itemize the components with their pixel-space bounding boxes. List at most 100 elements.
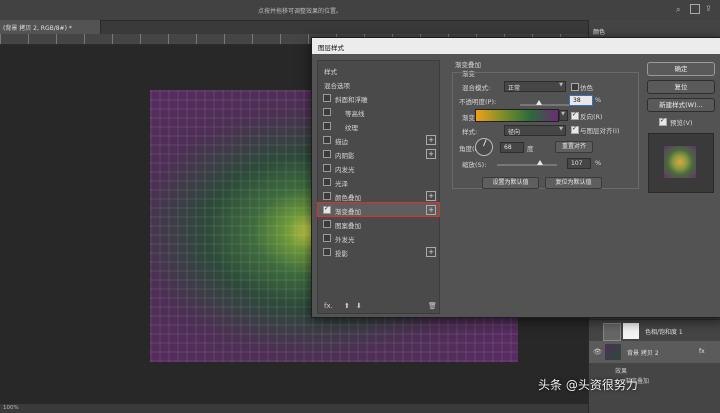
visibility-eye-icon[interactable]: 👁 [593, 348, 602, 356]
checkbox[interactable] [323, 220, 331, 228]
style-item-label: 图案叠加 [335, 222, 361, 230]
style-item-label: 内阴影 [335, 152, 355, 160]
checkbox[interactable] [323, 122, 331, 130]
trash-icon[interactable]: 🗑 [428, 302, 437, 310]
dither-checkbox[interactable] [571, 83, 579, 91]
checkbox[interactable] [323, 150, 331, 158]
style-item[interactable]: 外发光 [318, 231, 439, 244]
opacity-value: 38 [573, 97, 581, 104]
style-item[interactable]: 样式 [318, 63, 439, 76]
watermark-text: 头条 @头资很努力 [538, 378, 638, 392]
document-tab[interactable]: (背景 拷贝 2, RGB/8#) * [0, 20, 101, 34]
layer-mask-thumbnail [623, 323, 639, 339]
style-item-label: 颜色叠加 [335, 194, 361, 202]
style-item[interactable]: 等高线 [318, 105, 439, 118]
style-item-label: 光泽 [335, 180, 348, 188]
gradient-style-select[interactable]: 径向 ▼ [504, 125, 566, 136]
scale-slider-track[interactable] [497, 164, 557, 166]
add-icon[interactable]: + [426, 135, 436, 145]
style-item[interactable]: 光泽 [318, 175, 439, 188]
reset-default-button[interactable]: 复位为默认值 [545, 177, 602, 189]
reset-button[interactable]: 复位 [647, 80, 715, 94]
preview-checkbox[interactable] [659, 117, 667, 126]
style-item-label: 渐变叠加 [335, 208, 361, 216]
preview-label: 预览(V) [670, 119, 693, 127]
color-panel-tab[interactable]: 颜色 [593, 27, 605, 36]
checkbox[interactable] [323, 108, 331, 116]
layer-row[interactable]: 👁 背景 拷贝 2 fx [589, 341, 720, 363]
styles-list: 样式混合选项斜面和浮雕等高线纹理描边 + 内阴影 + 内发光光泽颜色叠加 + 渐变叠加 + 图案… [317, 60, 440, 314]
checkbox[interactable] [323, 136, 331, 144]
style-item[interactable]: 内阴影 + [318, 147, 439, 160]
scale-input[interactable]: 107 [567, 158, 591, 169]
workspace-icon[interactable] [690, 4, 700, 14]
style-item[interactable]: 混合选项 [318, 77, 439, 90]
fx-menu-icon[interactable]: fx. [324, 302, 333, 310]
opacity-label: 不透明度(P): [459, 98, 497, 106]
style-preview [648, 133, 714, 193]
blend-mode-select[interactable]: 正常 ▼ [504, 81, 566, 92]
style-item[interactable]: 颜色叠加 + [318, 189, 439, 202]
style-item[interactable]: 斜面和浮雕 [318, 91, 439, 104]
opacity-slider-track[interactable] [520, 104, 570, 106]
checkbox-checked[interactable] [323, 205, 331, 214]
set-default-button[interactable]: 设置为默认值 [482, 177, 539, 189]
checkbox[interactable] [323, 192, 331, 200]
align-with-layer-label: 与图层对齐(I) [580, 127, 620, 135]
style-item-label: 混合选项 [324, 82, 350, 90]
layer-style-dialog: 图层样式 样式混合选项斜面和浮雕等高线纹理描边+内阴影+内发光光泽颜色叠加+渐变… [311, 37, 720, 318]
opacity-slider-thumb[interactable] [536, 100, 542, 105]
layer-name: 背景 拷贝 2 [627, 350, 659, 357]
add-icon[interactable]: + [426, 149, 436, 159]
scale-slider-thumb[interactable] [536, 160, 543, 165]
gradient-style-value: 径向 [508, 129, 521, 136]
add-icon[interactable]: + [426, 247, 436, 257]
fx-icon[interactable]: fx [699, 348, 705, 355]
gradient-dropdown[interactable]: ▼ [559, 110, 568, 121]
angle-input[interactable]: 68 [500, 142, 524, 153]
effects-label: 效果 [615, 368, 628, 375]
style-item[interactable]: 投影 + [318, 245, 439, 258]
chevron-down-icon: ▼ [559, 82, 563, 88]
reset-alignment-button[interactable]: 重置对齐 [555, 141, 593, 153]
dialog-titlebar[interactable]: 图层样式 [312, 38, 720, 54]
share-icon[interactable]: ⇪ [705, 4, 712, 13]
checkbox[interactable] [323, 234, 331, 242]
checkbox[interactable] [323, 94, 331, 102]
ok-button[interactable]: 确定 [647, 62, 715, 76]
reverse-checkbox[interactable] [571, 111, 579, 120]
app-options-bar: 点按并拖移可调整效果的位置。 ⌕ ⇪ [0, 0, 720, 21]
gradient-picker[interactable] [475, 109, 559, 122]
opacity-unit: % [595, 96, 602, 104]
chevron-down-icon: ▼ [561, 111, 565, 117]
style-item[interactable]: 描边 + [318, 133, 439, 146]
layer-row[interactable]: 色相/饱和度 1 [589, 319, 720, 342]
checkbox[interactable] [323, 178, 331, 186]
search-icon[interactable]: ⌕ [676, 5, 680, 15]
style-item[interactable]: 图案叠加 [318, 217, 439, 230]
add-icon[interactable]: + [426, 205, 436, 215]
angle-value: 68 [504, 144, 512, 151]
angle-dial[interactable] [475, 138, 493, 156]
reverse-label: 反向(R) [580, 113, 603, 121]
layer-name: 色相/饱和度 1 [645, 329, 683, 336]
move-down-icon[interactable]: ⬇ [356, 302, 362, 310]
add-icon[interactable]: + [426, 191, 436, 201]
checkbox[interactable] [323, 248, 331, 256]
adjustment-icon [603, 323, 621, 341]
style-item-label: 内发光 [335, 166, 355, 174]
style-item-label: 等高线 [345, 110, 365, 118]
new-style-button[interactable]: 新建样式(W)... [647, 98, 715, 112]
style-item[interactable]: 内发光 [318, 161, 439, 174]
document-tab-label: (背景 拷贝 2, RGB/8#) * [3, 25, 72, 32]
angle-dial-needle [483, 139, 487, 147]
align-with-layer-checkbox[interactable] [571, 125, 579, 134]
dialog-title: 图层样式 [318, 44, 344, 52]
checkbox[interactable] [323, 164, 331, 172]
move-up-icon[interactable]: ⬆ [344, 302, 350, 310]
blend-mode-label: 混合模式: [462, 84, 491, 92]
style-label: 样式: [462, 128, 478, 136]
opacity-input[interactable]: 38 [569, 95, 593, 106]
style-item[interactable]: 纹理 [318, 119, 439, 132]
style-item[interactable]: 渐变叠加 + [317, 202, 440, 217]
